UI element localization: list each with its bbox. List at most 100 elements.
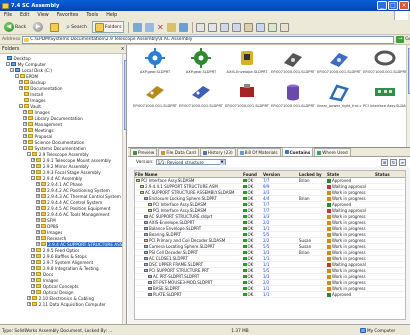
folders-button[interactable]: Folders (91, 21, 125, 33)
up-folder-button[interactable] (48, 21, 61, 33)
minimize-button[interactable]: _ (377, 1, 387, 10)
expand-icon[interactable]: + (31, 284, 36, 288)
file-thumbnail[interactable]: AXIS-Envelope.SLDPRT (225, 47, 269, 81)
file-thumbnail[interactable]: EP.0071000.001.SLDPRT (363, 47, 407, 81)
expand-icon[interactable]: + (23, 116, 27, 120)
collapse-icon[interactable]: - (23, 146, 27, 150)
expand-icon[interactable]: + (23, 134, 27, 138)
expand-icon[interactable] (19, 98, 23, 102)
export-icon[interactable]: ⊞ (381, 158, 388, 166)
tab-contains[interactable]: Contains (281, 147, 314, 156)
tree-item[interactable]: +2.11 Data Acquisition Computer (0, 301, 126, 307)
refresh-icon[interactable]: ↻ (390, 158, 397, 166)
file-thumbnail[interactable]: EP.0071000.001.SLDPRT (271, 81, 315, 115)
add-file-icon[interactable] (268, 22, 278, 32)
expand-icon[interactable]: + (31, 158, 36, 162)
file-thumbnail[interactable]: AXP.gear.SLDPRT (179, 47, 223, 81)
column-header[interactable]: Found (243, 172, 263, 177)
menu-favorites[interactable]: Favorites (57, 13, 79, 18)
expand-icon[interactable]: + (35, 206, 40, 210)
collapse-icon[interactable]: - (27, 152, 32, 156)
expand-icon[interactable]: + (35, 230, 40, 234)
close-button[interactable]: × (399, 1, 409, 10)
tab-bill-of-materials[interactable]: Bill Of Materials (236, 148, 281, 156)
column-header[interactable]: File Name (135, 172, 243, 177)
undo-icon[interactable] (166, 22, 176, 32)
column-header[interactable]: Locked by (299, 172, 327, 177)
expand-icon[interactable]: + (31, 248, 36, 252)
address-input[interactable]: C:\EPDM\Systems Documentation\2.9 Telesc… (22, 35, 395, 44)
collapse-icon[interactable]: - (18, 104, 23, 108)
expand-icon[interactable] (19, 92, 23, 96)
table-row[interactable]: PLATE.SLDPRT OK 1/1 Approved (135, 292, 405, 298)
file-thumbnail[interactable]: EP.0071000.001.SLDPRT (133, 81, 177, 115)
expand-icon[interactable]: + (31, 266, 36, 270)
tab-where-used[interactable]: Where Used (314, 148, 351, 156)
change-state-icon[interactable] (244, 22, 254, 32)
tab-history-23[interactable]: History (23) (199, 148, 236, 156)
expand-icon[interactable]: + (35, 212, 40, 216)
expand-icon[interactable]: + (31, 272, 36, 276)
expand-icon[interactable]: + (31, 254, 36, 258)
expand-icon[interactable]: + (35, 188, 40, 192)
menu-edit[interactable]: Edit (20, 13, 29, 18)
expand-icon[interactable]: + (23, 110, 27, 114)
menu-file[interactable]: File (4, 13, 12, 18)
version-select[interactable]: 1/1: Revised structure ▼ (155, 159, 226, 165)
expand-icon[interactable]: + (18, 86, 23, 90)
tab-file-data-card[interactable]: File Data Card (158, 148, 199, 156)
folders-scrollbar[interactable] (122, 54, 126, 324)
collapse-icon[interactable]: - (31, 176, 36, 180)
collapse-icon[interactable]: - (14, 74, 19, 78)
column-header[interactable]: State (327, 172, 375, 177)
search-button[interactable]: ⌕ Search (64, 21, 89, 33)
tab-preview[interactable]: Preview (130, 148, 158, 156)
menu-view[interactable]: View (37, 13, 48, 18)
collapse-icon[interactable]: - (6, 62, 11, 66)
expand-icon[interactable]: + (35, 242, 40, 246)
file-thumbnail[interactable]: linear_power_right_frnt.d... (317, 81, 361, 115)
properties-icon[interactable] (280, 22, 290, 32)
expand-icon[interactable]: + (23, 128, 27, 132)
file-thumbnail[interactable]: EP.0071000.001.SLDPRT (317, 47, 361, 81)
maximize-button[interactable]: □ (388, 1, 398, 10)
expand-icon[interactable]: + (31, 164, 36, 168)
expand-icon[interactable]: + (31, 260, 36, 264)
file-thumbnail[interactable]: EP.0071000.001.SLDPRT (179, 81, 223, 115)
expand-icon[interactable]: + (27, 296, 32, 300)
go-button[interactable]: → Go (396, 36, 410, 43)
expand-icon[interactable]: + (23, 122, 27, 126)
move-to-icon[interactable] (132, 22, 142, 32)
close-pane-icon[interactable]: x (121, 47, 124, 52)
expand-icon[interactable]: + (35, 236, 40, 240)
options-icon[interactable]: ≡ (399, 158, 406, 166)
file-thumbnail[interactable]: EP.0071000.001.SLDPRT (225, 81, 269, 115)
delete-icon[interactable]: ✕ (157, 23, 164, 32)
expand-icon[interactable]: + (18, 80, 23, 84)
expand-icon[interactable]: + (35, 194, 40, 198)
expand-icon[interactable] (2, 56, 6, 60)
back-button[interactable]: ◀ Back (2, 21, 28, 33)
collapse-icon[interactable]: - (10, 68, 15, 72)
expand-icon[interactable]: + (35, 224, 40, 228)
undo-checkout-icon[interactable] (232, 22, 242, 32)
expand-icon[interactable]: + (31, 170, 36, 174)
file-thumbnail[interactable]: AXP.gear.SLDPRT (133, 47, 177, 81)
expand-icon[interactable]: + (35, 200, 40, 204)
column-header[interactable]: Version (263, 172, 285, 177)
get-latest-icon[interactable] (220, 22, 230, 32)
expand-icon[interactable]: + (35, 182, 40, 186)
expand-icon[interactable]: + (27, 302, 32, 306)
expand-icon[interactable]: + (23, 140, 27, 144)
column-header[interactable]: Status (375, 172, 397, 177)
check-out-icon[interactable] (196, 22, 206, 32)
forward-button[interactable]: ▶ (31, 21, 45, 33)
scroll-thumb[interactable] (123, 60, 126, 130)
copy-to-icon[interactable] (144, 22, 154, 32)
expand-icon[interactable]: + (35, 218, 40, 222)
views-icon[interactable] (178, 22, 188, 32)
expand-icon[interactable]: + (31, 278, 36, 282)
check-in-icon[interactable] (208, 22, 218, 32)
history-icon[interactable] (256, 22, 266, 32)
expand-icon[interactable]: + (31, 290, 36, 294)
